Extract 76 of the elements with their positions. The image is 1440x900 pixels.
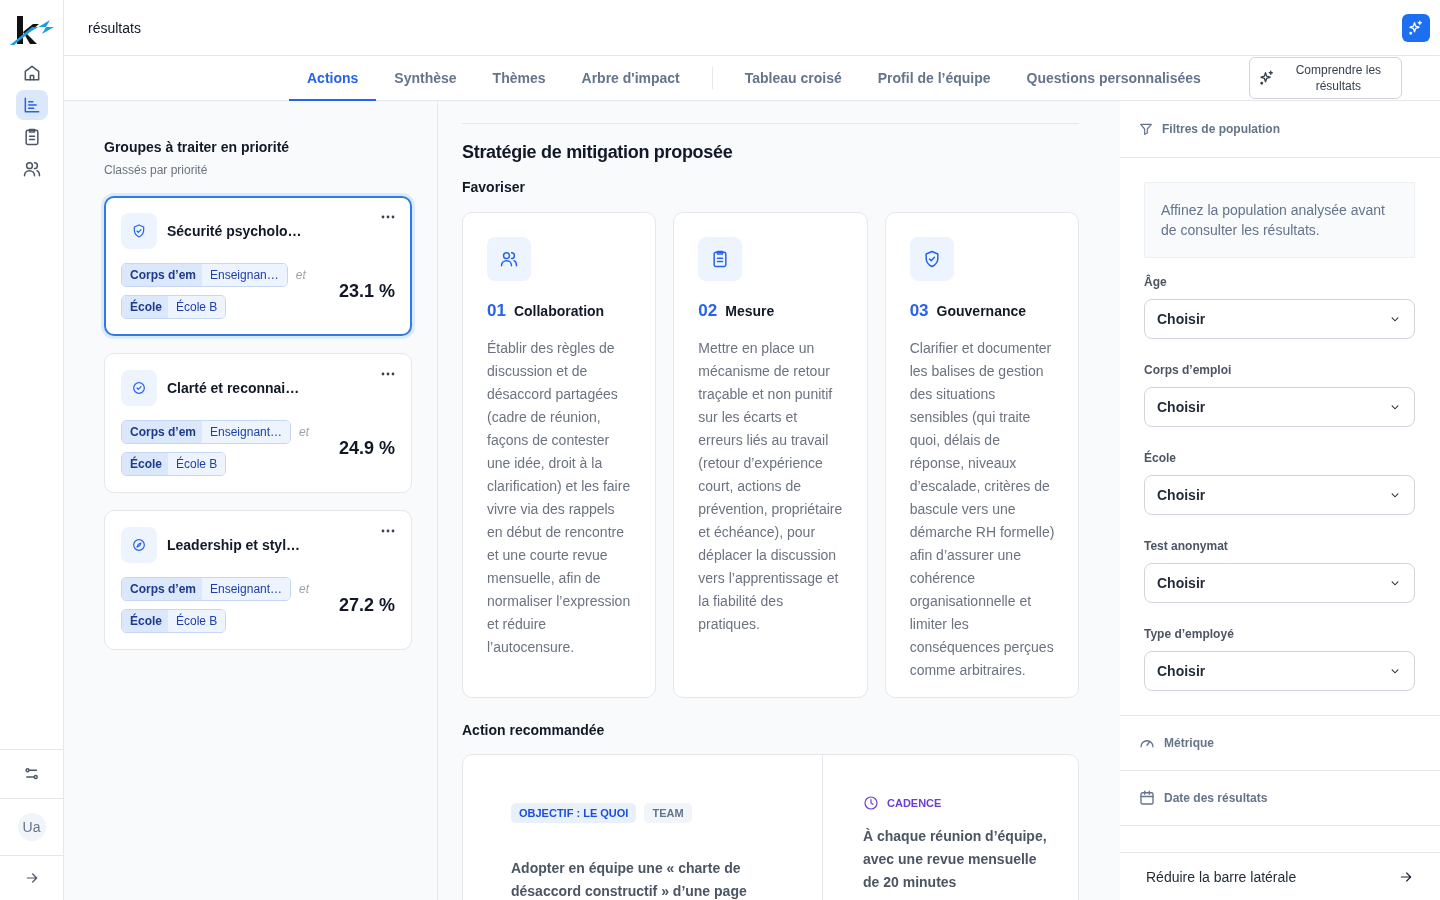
select-field[interactable]: Choisir [1144,563,1415,603]
field-label: Type d’employé [1144,627,1235,641]
tag: TEAM [644,803,692,823]
score-value: 24.9 % [338,437,395,459]
card-text: Mettre en place un mécanisme de retour traçable et non punitif sur les écarts et erreurs liés au travail (retour d’expérience court, actions de prévention, propriétaire et échéance), pour déplacer la discussion vers l’apprentissage et la fiabilité des pratiques. [698,339,844,634]
logo [9,14,54,46]
select-field[interactable]: Choisir [1144,651,1415,691]
filter-chip: École École B [121,452,227,476]
filter-chip: École École B [121,295,227,319]
calendar-icon [1138,789,1156,807]
shield-icon [131,223,147,239]
user-avatar[interactable]: Ua [17,813,46,841]
sparkle-icon [1407,18,1425,37]
action-text: Adopter en équipe une « charte de désaccord constructif » d’une page [511,859,748,900]
select-field[interactable]: Choisir [1144,387,1415,427]
compass-icon [131,537,147,553]
explain-button[interactable]: Comprendre les résultats [1248,57,1402,99]
joiner-text: et [295,268,306,282]
section-title: Groupes à traiter en priorité [104,139,291,155]
score-value: 23.1 % [338,280,395,302]
select-field[interactable]: Choisir [1144,299,1415,339]
card-title: Mesure [725,303,775,319]
card-text: Clarifier et documenter les balises de gestion des situations sensibles (qui traite quoi, délais de réponse, niveaux d’escalade, critères de bascule vers une démarche RH formelle) afin d’assurer une cohérence organisationnelle et limiter les conséquences perçues comme arbitraires. [909,339,1056,680]
tab[interactable]: Arbre d'impact [563,56,698,101]
card-title: Gouvernance [936,303,1027,319]
card-text: Établir des règles de discussion et de désaccord partagées (cadre de réunion, façons de contester une idée, droit à la clarification) et les faire vivre via des rappels en début de rencontre et une courte revue mensuelle, afin de normaliser l’expression et réduire l’autocensure. [487,339,632,657]
tab[interactable]: Thèmes [474,56,564,101]
card-title: Collaboration [513,303,605,319]
tab[interactable]: Questions personnalisées [1008,56,1219,101]
clock-icon [863,795,879,811]
ai-button[interactable] [1402,13,1430,42]
tab[interactable]: Tableau croisé [726,56,860,101]
field-label: École [1144,451,1177,465]
section-subtitle: Favoriser [462,179,527,195]
filter-chip: Corps d’em Enseignant… [121,420,292,444]
field-label: Corps d’emploi [1144,363,1233,377]
panel-section[interactable]: Métrique [1120,716,1440,771]
section-title: Stratégie de mitigation proposée [462,142,734,163]
users-icon [21,159,42,179]
filter-chip: Corps d’em Enseignan… [121,263,288,287]
tag: OBJECTIF : LE QUOI [511,803,637,823]
group-title: Leadership et styl… [167,537,302,553]
sparkle-icon [1257,69,1276,87]
group-title: Clarté et reconnai… [167,380,301,396]
tab[interactable]: Synthèse [376,56,475,101]
more-button[interactable] [381,529,395,533]
more-button[interactable] [381,372,395,376]
card-number: 01 [487,301,506,321]
users-icon [499,249,519,269]
joiner-text: et [299,425,310,439]
cadence-text: À chaque réunion d’équipe, avec une revue mensuelle de 20 minutes [863,827,1048,892]
score-value: 27.2 % [338,594,395,616]
filter-chip: École École B [121,609,227,633]
card-number: 03 [909,301,929,321]
panel-title: Filtres de population [1162,122,1280,136]
check-circle-icon [131,380,147,396]
section-title: Action recommandée [462,722,606,738]
card-number: 02 [698,301,718,321]
section-subtitle: Classés par priorité [104,163,209,177]
page-title: résultats [88,19,141,36]
field-label: Test anonymat [1144,539,1229,553]
filter-chip: Corps d’em Enseignant… [121,577,292,601]
cadence-label: CADENCE [887,797,942,809]
group-card[interactable]: Clarté et reconnai… Corps d’em Enseignant… et École École B 24.9 % [104,353,412,493]
joiner-text: et [299,582,310,596]
nav-item[interactable] [15,90,48,120]
select-field[interactable]: Choisir [1144,475,1415,515]
group-card[interactable]: Sécurité psycholo… Corps d’em Enseignan… et École École B 23.1 % [104,196,412,336]
panel-section[interactable]: Date des résultats [1120,771,1440,826]
group-card[interactable]: Leadership et styl… Corps d’em Enseignant… et École École B 27.2 % [104,510,412,650]
hint-text: Affinez la population analysée avant de consulter les résultats. [1144,182,1415,258]
tab[interactable]: Profil de l’équipe [859,56,1009,101]
field-label: Âge [1144,275,1168,289]
filter-icon [1138,121,1154,137]
more-button[interactable] [381,215,395,219]
group-title: Sécurité psycholo… [167,223,303,239]
